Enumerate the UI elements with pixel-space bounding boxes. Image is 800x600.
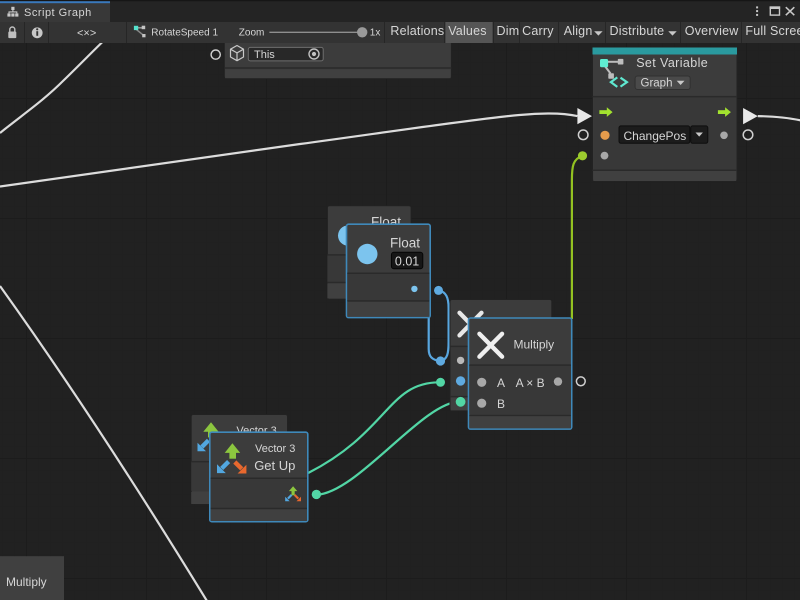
svg-text:Get Up: Get Up (254, 458, 295, 473)
svg-text:Script Graph: Script Graph (24, 7, 92, 19)
svg-text:Multiply: Multiply (514, 338, 555, 352)
svg-text:Graph: Graph (641, 77, 673, 89)
svg-text:A × B: A × B (516, 376, 545, 390)
svg-text:Zoom: Zoom (239, 28, 265, 39)
svg-text:Multiply: Multiply (6, 575, 47, 589)
svg-text:Align: Align (564, 24, 593, 38)
svg-text:A: A (497, 376, 505, 390)
svg-text:ChangePos: ChangePos (624, 129, 687, 143)
svg-text:RotateSpeed 1: RotateSpeed 1 (151, 28, 218, 39)
svg-text:Set Variable: Set Variable (636, 56, 708, 70)
svg-text:Dim: Dim (497, 24, 520, 38)
svg-text:Relations: Relations (390, 24, 444, 38)
svg-text:Full Screen: Full Screen (745, 24, 800, 38)
svg-text:Carry: Carry (522, 24, 554, 38)
svg-text:This: This (254, 49, 275, 61)
svg-text:1x: 1x (370, 28, 381, 39)
svg-text:<×>: <×> (77, 28, 96, 40)
svg-text:Values: Values (448, 24, 487, 38)
svg-text:Overview: Overview (685, 24, 739, 38)
svg-text:Vector 3: Vector 3 (255, 443, 295, 455)
svg-text:0.01: 0.01 (395, 255, 419, 269)
svg-text:B: B (497, 397, 505, 411)
svg-text:Float: Float (390, 236, 420, 251)
svg-text:Distribute: Distribute (610, 24, 665, 38)
